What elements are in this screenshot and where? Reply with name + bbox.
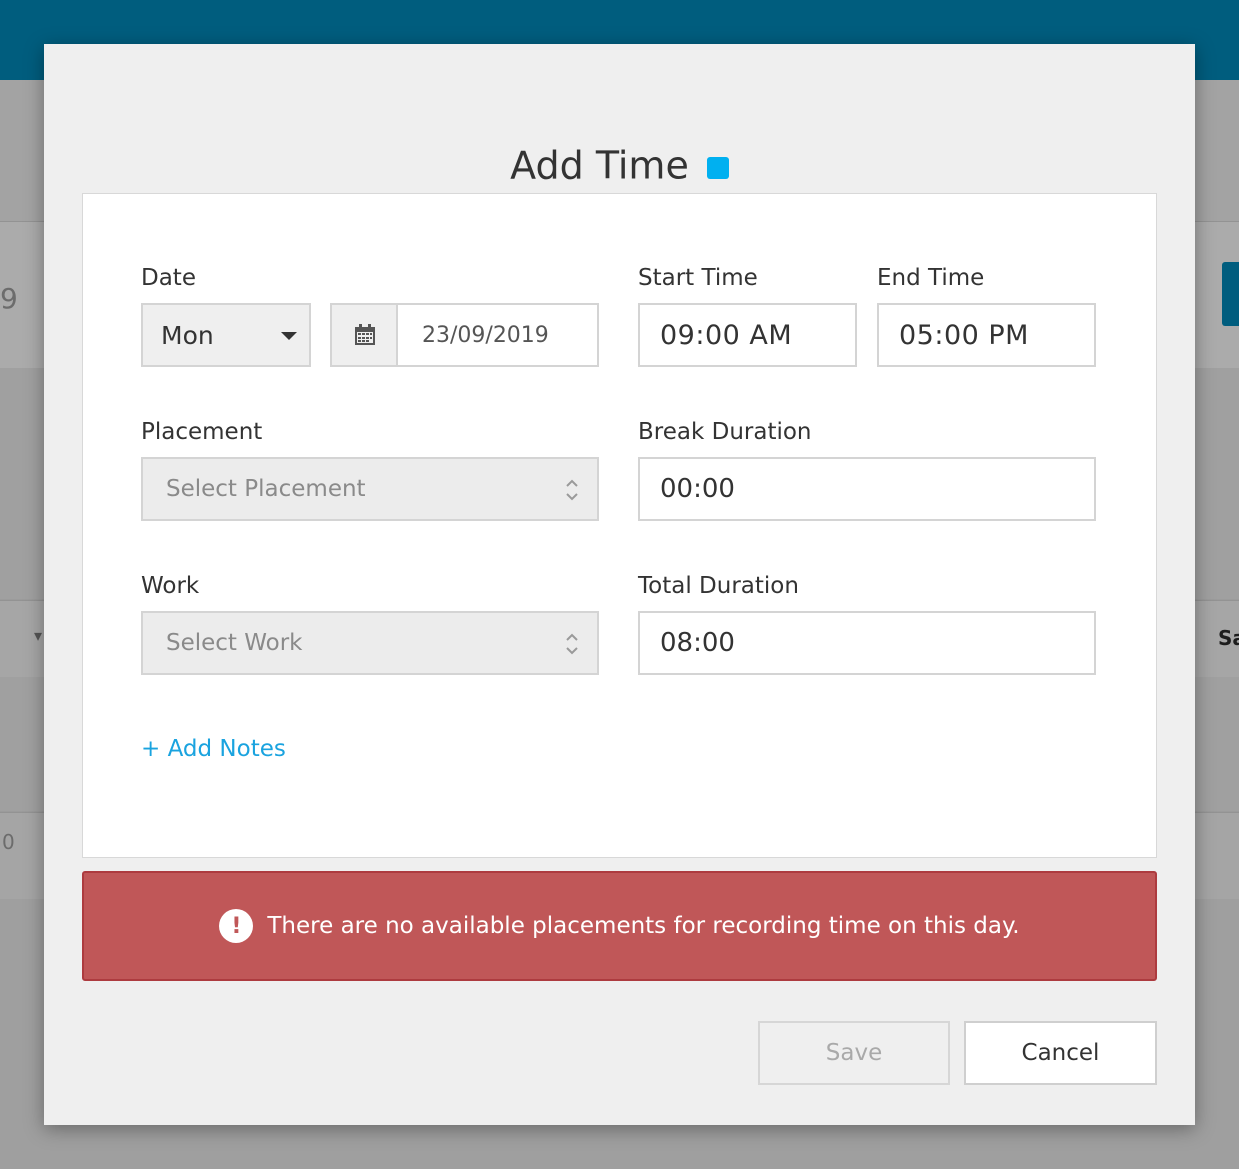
date-label: Date [141, 265, 196, 291]
add-time-modal: Add Time Date Mon 23/09/2019 Start Time [44, 44, 1195, 1125]
total-duration-input[interactable]: 08:00 [638, 611, 1096, 675]
save-button[interactable]: Save [758, 1021, 950, 1085]
total-duration-label: Total Duration [638, 573, 799, 599]
end-time-input[interactable]: 05:00 PM [877, 303, 1096, 367]
placement-select[interactable]: Select Placement [141, 457, 599, 521]
work-select[interactable]: Select Work [141, 611, 599, 675]
bg-column-header-fragment: Sa [1218, 626, 1239, 650]
placement-label: Placement [141, 419, 263, 445]
add-notes-link[interactable]: + Add Notes [141, 736, 286, 762]
bg-text-fragment: 9 [0, 282, 18, 315]
placement-placeholder: Select Placement [166, 476, 366, 502]
break-duration-value: 00:00 [660, 474, 735, 504]
bg-text-fragment: 0 [2, 830, 15, 854]
error-alert-message: There are no available placements for re… [267, 913, 1020, 939]
updown-chevron-icon [566, 479, 578, 501]
break-duration-input[interactable]: 00:00 [638, 457, 1096, 521]
modal-title-text: Add Time [510, 143, 689, 188]
modal-title: Add Time [44, 138, 1195, 191]
calendar-icon [355, 324, 375, 345]
start-time-label: Start Time [638, 265, 758, 291]
total-duration-value: 08:00 [660, 628, 735, 658]
date-input-value: 23/09/2019 [422, 322, 549, 348]
chevron-down-icon: ▾ [34, 626, 43, 645]
day-select-value: Mon [161, 320, 214, 350]
date-input[interactable]: 23/09/2019 [396, 303, 599, 367]
start-time-input[interactable]: 09:00 AM [638, 303, 857, 367]
status-square-icon [706, 156, 729, 179]
caret-down-icon [281, 332, 297, 340]
work-label: Work [141, 573, 200, 599]
form-card: Date Mon 23/09/2019 Start Time 09:00 AM … [82, 193, 1157, 858]
updown-chevron-icon [566, 633, 578, 655]
work-placeholder: Select Work [166, 630, 303, 656]
break-duration-label: Break Duration [638, 419, 812, 445]
calendar-button[interactable] [330, 303, 398, 367]
day-select[interactable]: Mon [141, 303, 311, 367]
cancel-button[interactable]: Cancel [964, 1021, 1157, 1085]
exclamation-circle-icon: ! [219, 909, 254, 943]
error-alert: ! There are no available placements for … [82, 871, 1157, 981]
end-time-value: 05:00 PM [899, 319, 1029, 351]
end-time-label: End Time [877, 265, 985, 291]
start-time-value: 09:00 AM [660, 319, 793, 351]
bg-action-button [1222, 262, 1239, 326]
